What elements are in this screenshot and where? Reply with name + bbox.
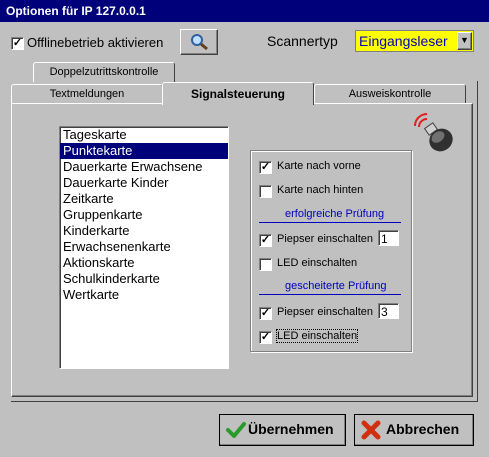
fail-piep-checkbox[interactable]: ✓ (259, 307, 272, 320)
cancel-label: Abbrechen (386, 421, 460, 437)
tab-page-signalsteuerung: Tageskarte Punktekarte Dauerkarte Erwach… (11, 103, 473, 397)
scanner-value: Eingangsleser (359, 33, 448, 49)
tab-textmeldungen[interactable]: Textmeldungen (11, 84, 163, 103)
success-led-label: LED einschalten (277, 257, 358, 269)
karte-hinten-label: Karte nach hinten (277, 184, 364, 196)
chevron-down-icon: ▼ (460, 35, 469, 45)
offline-label: Offlinebetrieb aktivieren (27, 35, 164, 50)
success-header: erfolgreiche Prüfung (285, 208, 385, 220)
window-title: Optionen für IP 127.0.0.1 (0, 0, 489, 22)
tab-ausweiskontrolle[interactable]: Ausweiskontrolle (314, 84, 466, 103)
cancel-button[interactable]: Abbrechen (354, 414, 474, 446)
list-item[interactable]: Dauerkarte Kinder (60, 175, 228, 191)
list-item[interactable]: Dauerkarte Erwachsene (60, 159, 228, 175)
fail-led-checkbox[interactable]: ✓ (259, 331, 272, 344)
success-piep-label: Piepser einschalten (277, 233, 374, 245)
scanner-select[interactable]: Eingangsleser ▼ (355, 30, 474, 52)
offline-checkbox[interactable]: ✓ (11, 37, 24, 50)
checkmark-icon (226, 422, 246, 438)
list-item[interactable]: Erwachsenenkarte (60, 239, 228, 255)
fail-divider (259, 294, 401, 295)
cross-icon (361, 420, 381, 440)
success-led-checkbox[interactable] (259, 258, 272, 271)
list-item[interactable]: Kinderkarte (60, 223, 228, 239)
karte-vorne-label: Karte nach vorne (277, 160, 361, 172)
karte-hinten-checkbox[interactable] (259, 185, 272, 198)
list-item-selected[interactable]: Punktekarte (60, 143, 228, 159)
signal-options-panel: ✓ Karte nach vorne Karte nach hinten erf… (250, 150, 412, 352)
success-piep-checkbox[interactable]: ✓ (259, 234, 272, 247)
list-item[interactable]: Wertkarte (60, 287, 228, 303)
list-item[interactable]: Tageskarte (60, 127, 228, 143)
list-item[interactable]: Schulkinderkarte (60, 271, 228, 287)
tab-doppelzutrittskontrolle[interactable]: Doppelzutrittskontrolle (33, 62, 175, 82)
accept-button[interactable]: Übernehmen (219, 414, 346, 446)
search-button[interactable] (180, 29, 218, 55)
accept-label: Übernehmen (248, 421, 334, 437)
fail-piep-input[interactable]: 3 (378, 303, 399, 319)
karte-vorne-checkbox[interactable]: ✓ (259, 161, 272, 174)
magnifier-icon (191, 34, 208, 51)
card-reader-icon (414, 113, 453, 152)
card-type-list[interactable]: Tageskarte Punktekarte Dauerkarte Erwach… (59, 126, 229, 369)
list-item[interactable]: Gruppenkarte (60, 207, 228, 223)
tab-signalsteuerung[interactable]: Signalsteuerung (162, 82, 314, 105)
list-item[interactable]: Aktionskarte (60, 255, 228, 271)
success-divider (259, 222, 401, 223)
scanner-label: Scannertyp (267, 33, 338, 49)
dropdown-arrow-button[interactable]: ▼ (457, 32, 472, 50)
fail-piep-label: Piepser einschalten (277, 306, 374, 318)
success-piep-input[interactable]: 1 (378, 230, 399, 246)
fail-led-label: LED einschalten (275, 329, 359, 343)
fail-header: gescheiterte Prüfung (285, 280, 387, 292)
list-item[interactable]: Zeitkarte (60, 191, 228, 207)
